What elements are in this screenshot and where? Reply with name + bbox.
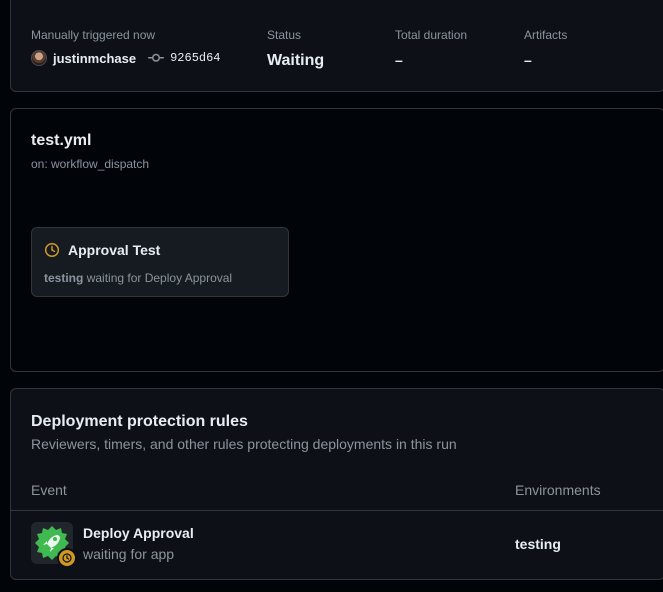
job-status-text: waiting for Deploy Approval [86,271,233,285]
protection-rules-subtitle: Reviewers, timers, and other rules prote… [31,436,457,452]
status-label: Status [267,28,302,42]
actor-avatar[interactable] [31,50,47,66]
deploy-approval-app-logo [31,522,77,568]
clock-icon [44,242,60,258]
protection-rules-title: Deployment protection rules [31,413,248,430]
job-card-approval-test[interactable]: Approval Test testing waiting for Deploy… [31,227,289,297]
trigger-summary: Manually triggered now justinmchase 9265… [31,28,221,66]
protection-rules-header: Event Environments [11,469,663,511]
deploy-approval-name[interactable]: Deploy Approval [83,525,194,541]
clock-badge-icon [62,553,72,563]
workflow-run-page: Manually triggered now justinmchase 9265… [0,0,663,592]
waiting-badge [57,548,77,568]
workflow-graph: test.yml on: workflow_dispatch Approval … [10,108,663,372]
deploy-approval-status: waiting for app [83,546,175,562]
environments-column-header: Environments [515,482,601,498]
duration-value: – [395,52,403,68]
job-header: Approval Test [44,242,160,258]
job-status-line: testing waiting for Deploy Approval [44,271,232,285]
job-environment: testing [44,271,84,285]
status-value: Waiting [267,52,325,69]
commit-link[interactable]: 9265d64 [170,51,220,65]
run-summary-card: Manually triggered now justinmchase 9265… [10,0,663,92]
event-column-header: Event [31,482,67,498]
duration-label: Total duration [395,28,468,42]
trigger-details: justinmchase 9265d64 [31,50,221,66]
job-name[interactable]: Approval Test [68,242,160,258]
duration-summary: Total duration – [395,28,467,68]
workflow-file-title: test.yml [31,132,92,149]
artifacts-label: Artifacts [524,28,568,42]
workflow-trigger: on: workflow_dispatch [31,157,150,171]
status-summary: Status Waiting [267,28,324,70]
artifacts-value: – [524,52,532,68]
protection-rule-row: Deploy Approval waiting for app testing [11,511,663,577]
artifacts-summary: Artifacts – [524,28,567,68]
git-commit-icon [148,53,165,62]
deploy-approval-environment: testing [515,536,561,552]
actor-link[interactable]: justinmchase [53,51,136,66]
trigger-label: Manually triggered now [31,28,156,42]
deployment-protection-rules: Deployment protection rules Reviewers, t… [10,388,663,580]
